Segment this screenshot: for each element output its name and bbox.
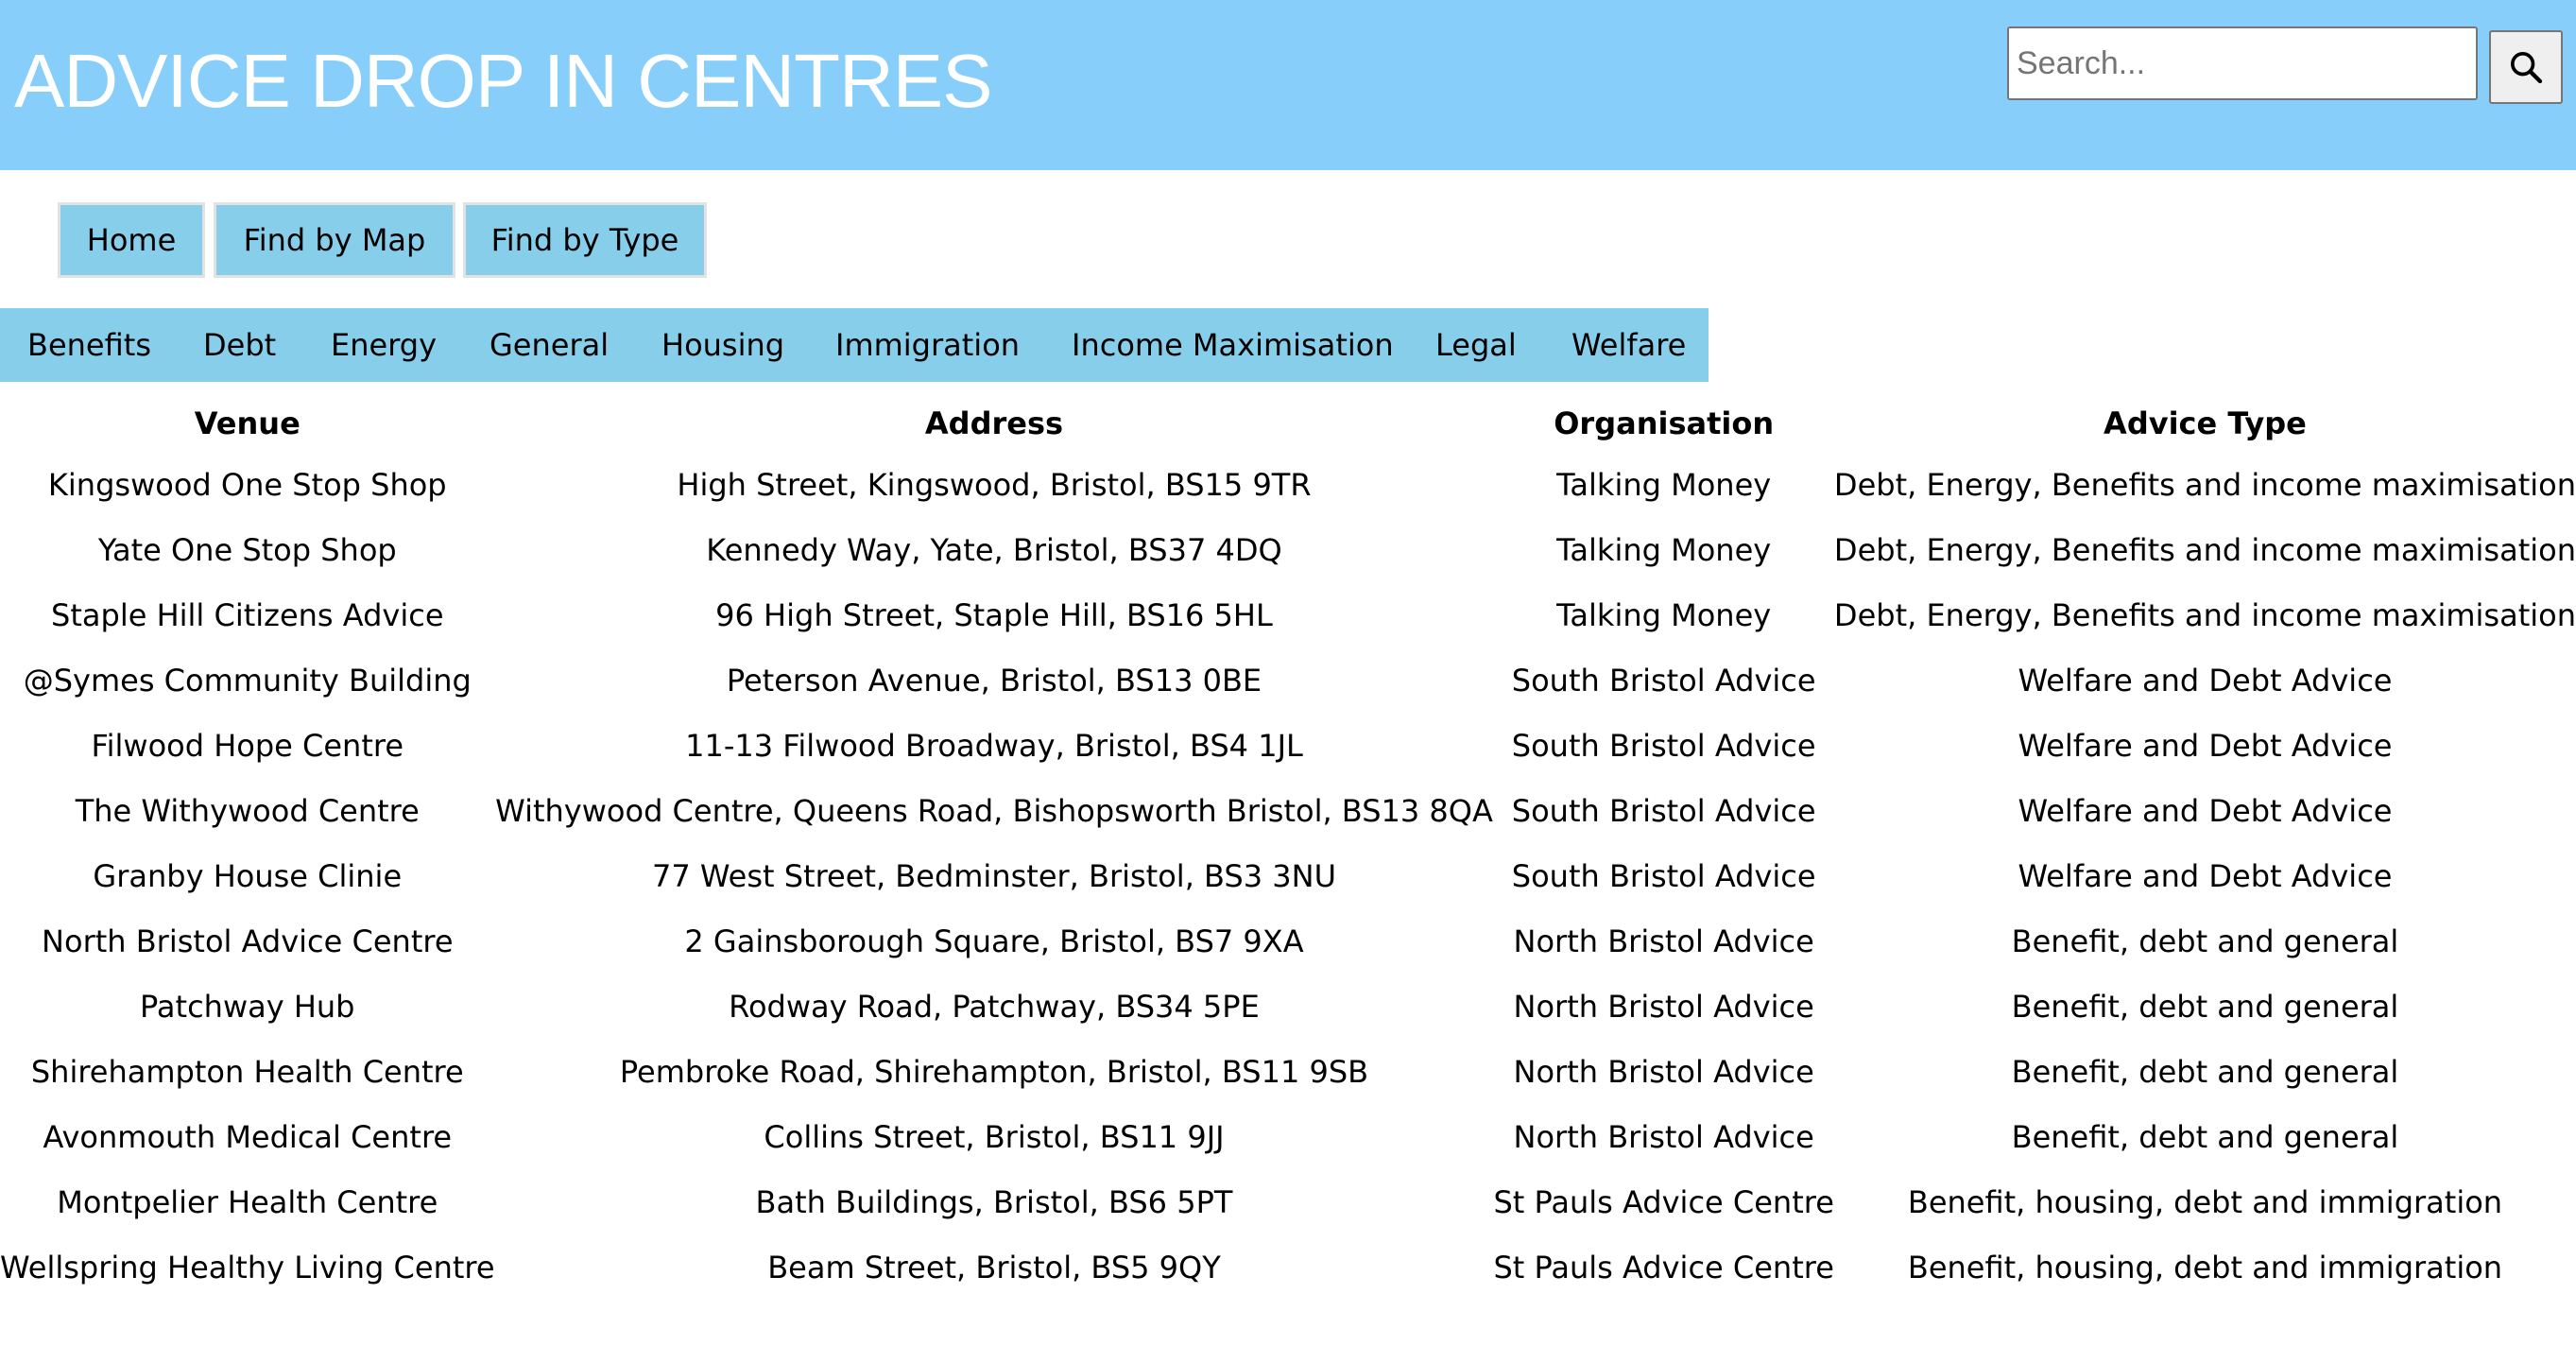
- organisation-cell: St Pauls Advice Centre: [1493, 1249, 1834, 1285]
- table-row: Yate One Stop Shop Kennedy Way, Yate, Br…: [0, 517, 2576, 582]
- search-icon: [2511, 52, 2543, 84]
- organisation-cell: South Bristol Advice: [1511, 792, 1816, 829]
- organisation-cell: South Bristol Advice: [1511, 727, 1816, 764]
- table-row: @Symes Community Building Peterson Avenu…: [0, 647, 2576, 713]
- venue-cell: Montpelier Health Centre: [57, 1183, 438, 1220]
- organisation-cell: St Pauls Advice Centre: [1493, 1183, 1834, 1220]
- venue-cell: Filwood Hope Centre: [91, 727, 404, 764]
- advice-type-cell: Welfare and Debt Advice: [2018, 727, 2393, 764]
- venue-cell: Shirehampton Health Centre: [30, 1053, 464, 1090]
- advice-type-cell: Benefit, housing, debt and immigration: [1907, 1183, 2503, 1220]
- header-venue: Venue: [194, 405, 301, 441]
- address-cell: 77 West Street, Bedminster, Bristol, BS3…: [651, 857, 1336, 894]
- header-advice-type: Advice Type: [2104, 405, 2307, 441]
- venue-cell: Staple Hill Citizens Advice: [51, 596, 444, 633]
- address-cell: Collins Street, Bristol, BS11 9JJ: [764, 1118, 1225, 1155]
- header-organisation: Organisation: [1554, 405, 1775, 441]
- address-cell: 96 High Street, Staple Hill, BS16 5HL: [715, 596, 1273, 633]
- table-row: Kingswood One Stop Shop High Street, Kin…: [0, 452, 2576, 517]
- nav-find-by-type-button[interactable]: Find by Type: [463, 202, 707, 278]
- address-cell: Bath Buildings, Bristol, BS6 5PT: [755, 1183, 1233, 1220]
- table-row: Avonmouth Medical Centre Collins Street,…: [0, 1104, 2576, 1169]
- advice-type-cell: Benefit, debt and general: [2011, 923, 2399, 959]
- advice-type-cell: Welfare and Debt Advice: [2018, 857, 2393, 894]
- search-input[interactable]: [2007, 26, 2478, 100]
- address-cell: 11-13 Filwood Broadway, Bristol, BS4 1JL: [685, 727, 1303, 764]
- address-cell: Peterson Avenue, Bristol, BS13 0BE: [726, 662, 1262, 699]
- type-link-welfare[interactable]: Welfare: [1571, 308, 1686, 382]
- type-link-energy[interactable]: Energy: [331, 308, 437, 382]
- type-link-benefits[interactable]: Benefits: [27, 308, 151, 382]
- search-button[interactable]: [2489, 30, 2563, 104]
- table-row: Granby House Clinie 77 West Street, Bedm…: [0, 843, 2576, 908]
- table-header-row: Venue Address Organisation Advice Type: [0, 395, 2576, 452]
- organisation-cell: Talking Money: [1556, 466, 1772, 503]
- address-cell: High Street, Kingswood, Bristol, BS15 9T…: [677, 466, 1312, 503]
- advice-type-cell: Welfare and Debt Advice: [2018, 662, 2393, 699]
- advice-type-cell: Benefit, debt and general: [2011, 988, 2399, 1025]
- advice-type-cell: Debt, Energy, Benefits and income maximi…: [1833, 531, 2576, 568]
- table-row: Patchway Hub Rodway Road, Patchway, BS34…: [0, 974, 2576, 1039]
- centres-table: Venue Address Organisation Advice Type K…: [0, 395, 2576, 1300]
- address-cell: Kennedy Way, Yate, Bristol, BS37 4DQ: [706, 531, 1282, 568]
- table-row: Wellspring Healthy Living Centre Beam St…: [0, 1234, 2576, 1300]
- table-row: Shirehampton Health Centre Pembroke Road…: [0, 1039, 2576, 1104]
- address-cell: Rodway Road, Patchway, BS34 5PE: [729, 988, 1260, 1025]
- type-link-general[interactable]: General: [489, 308, 609, 382]
- address-cell: Pembroke Road, Shirehampton, Bristol, BS…: [619, 1053, 1369, 1090]
- organisation-cell: South Bristol Advice: [1511, 662, 1816, 699]
- venue-cell: North Bristol Advice Centre: [42, 923, 454, 959]
- site-title: ADVICE DROP IN CENTRES: [14, 39, 992, 123]
- header-address: Address: [924, 405, 1064, 441]
- address-cell: Beam Street, Bristol, BS5 9QY: [767, 1249, 1221, 1285]
- type-link-immigration[interactable]: Immigration: [835, 308, 1020, 382]
- type-link-housing[interactable]: Housing: [661, 308, 784, 382]
- organisation-cell: South Bristol Advice: [1511, 857, 1816, 894]
- type-link-legal[interactable]: Legal: [1435, 308, 1517, 382]
- type-link-income-maximisation[interactable]: Income Maximisation: [1072, 308, 1394, 382]
- table-row: Montpelier Health Centre Bath Buildings,…: [0, 1169, 2576, 1234]
- address-cell: Withywood Centre, Queens Road, Bishopswo…: [495, 792, 1493, 829]
- advice-type-cell: Benefit, debt and general: [2011, 1118, 2399, 1155]
- venue-cell: @Symes Community Building: [23, 662, 472, 699]
- advice-type-cell: Welfare and Debt Advice: [2018, 792, 2393, 829]
- organisation-cell: North Bristol Advice: [1513, 1118, 1814, 1155]
- nav-find-by-map-button[interactable]: Find by Map: [214, 202, 455, 278]
- advice-type-cell: Benefit, debt and general: [2011, 1053, 2399, 1090]
- venue-cell: The Withywood Centre: [75, 792, 420, 829]
- site-header: ADVICE DROP IN CENTRES: [0, 0, 2576, 170]
- type-link-debt[interactable]: Debt: [203, 308, 276, 382]
- venue-cell: Yate One Stop Shop: [97, 531, 397, 568]
- organisation-cell: Talking Money: [1556, 531, 1772, 568]
- address-cell: 2 Gainsborough Square, Bristol, BS7 9XA: [684, 923, 1304, 959]
- table-row: North Bristol Advice Centre 2 Gainsborou…: [0, 908, 2576, 974]
- nav-home-button[interactable]: Home: [58, 202, 205, 278]
- venue-cell: Avonmouth Medical Centre: [43, 1118, 453, 1155]
- advice-type-cell: Debt, Energy, Benefits and income maximi…: [1833, 596, 2576, 633]
- venue-cell: Kingswood One Stop Shop: [47, 466, 447, 503]
- table-row: Staple Hill Citizens Advice 96 High Stre…: [0, 582, 2576, 647]
- organisation-cell: North Bristol Advice: [1513, 1053, 1814, 1090]
- venue-cell: Granby House Clinie: [93, 857, 403, 894]
- venue-cell: Patchway Hub: [140, 988, 355, 1025]
- advice-type-cell: Debt, Energy, Benefits and income maximi…: [1833, 466, 2576, 503]
- table-row: The Withywood Centre Withywood Centre, Q…: [0, 778, 2576, 843]
- organisation-cell: Talking Money: [1556, 596, 1772, 633]
- table-row: Filwood Hope Centre 11-13 Filwood Broadw…: [0, 713, 2576, 778]
- advice-type-cell: Benefit, housing, debt and immigration: [1907, 1249, 2503, 1285]
- organisation-cell: North Bristol Advice: [1513, 988, 1814, 1025]
- organisation-cell: North Bristol Advice: [1513, 923, 1814, 959]
- advice-type-bar: Benefits Debt Energy General Housing Imm…: [0, 308, 1709, 382]
- venue-cell: Wellspring Healthy Living Centre: [0, 1249, 495, 1285]
